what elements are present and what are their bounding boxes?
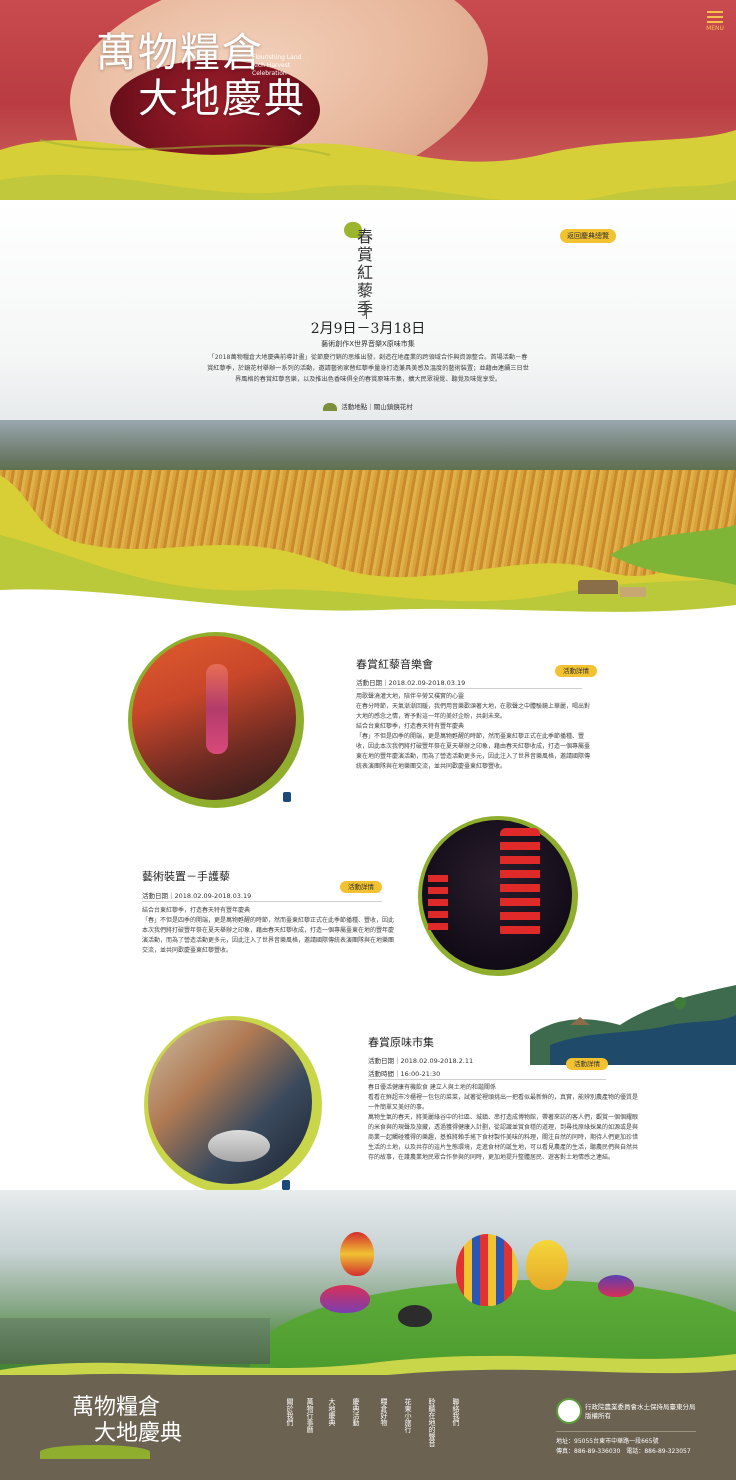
footer-address: 地址：95055台東市中華路一段665號 xyxy=(556,1438,659,1445)
hot-air-balloon-4 xyxy=(320,1285,370,1313)
hot-air-balloon-6 xyxy=(398,1305,432,1327)
footer-logo-hills xyxy=(40,1445,150,1459)
event2-detail-button[interactable]: 活動詳情 xyxy=(340,881,382,893)
hot-air-balloon-3 xyxy=(526,1240,568,1290)
menu-label: MENU xyxy=(706,25,724,32)
event2-title: 藝術裝置－手護藜 xyxy=(142,870,230,883)
logo-subtitle: Flourishing Land Rich Harvest Celebratio… xyxy=(252,54,302,77)
org-copyright: 版權所有 xyxy=(585,1412,611,1420)
event1-divider xyxy=(356,688,582,689)
event1-detail-button[interactable]: 活動詳情 xyxy=(555,665,597,677)
field-wave-decoration xyxy=(0,475,736,620)
location-text: 活動地點｜關山鎮鏡花村 xyxy=(341,403,413,411)
footer-nav-calendar[interactable]: 萬物行事曆 xyxy=(304,1398,314,1433)
event3-title: 春賞原味市集 xyxy=(368,1036,434,1049)
event1-date: 活動日期｜2018.02.09-2018.03.19 xyxy=(356,679,466,687)
footer-phone: 傳真：886-89-336030 電話：886-89-323057 xyxy=(556,1448,691,1455)
event3-body: 春日優活健康有機飲食 建立人與土地的和諧關係 看看在鮮超市冷櫃裡一包包的菜菜，試… xyxy=(368,1084,639,1161)
red-lantern-installation xyxy=(500,828,540,938)
hot-air-balloon-5 xyxy=(598,1275,634,1297)
event2-divider xyxy=(142,901,382,902)
footer-nav-activities[interactable]: 慶典活動 xyxy=(350,1398,360,1426)
hot-air-balloon xyxy=(340,1232,374,1276)
red-lantern-installation-2 xyxy=(428,875,448,935)
footer-nav-about[interactable]: 關於我們 xyxy=(284,1398,294,1426)
org-name: 行政院農業委員會水土保持局臺東分局 xyxy=(585,1403,696,1411)
logo-line1: 萬物糧倉 xyxy=(96,30,264,76)
event-tagline: 藝術創作X世界音樂X原味市集 xyxy=(321,340,415,348)
event2-body: 結合台東紅藜季，打造春天特有豐年慶典 「春」不但是四季的開端，更是萬物甦醒的時節… xyxy=(142,907,395,954)
cooking-pot xyxy=(208,1130,270,1162)
event3-date: 活動日期｜2018.02.09-2018.2.11 xyxy=(368,1057,474,1065)
hills-illustration xyxy=(530,985,736,1065)
footer-nav-contact[interactable]: 聯絡我們 xyxy=(450,1398,460,1426)
footer-logo-line2: 大地慶典 xyxy=(94,1421,183,1446)
performer-figure xyxy=(206,664,228,754)
footer-nav-voices[interactable]: 聆聽在地的聲音 xyxy=(426,1398,436,1447)
footer-nav-festival[interactable]: 大地慶典 xyxy=(326,1398,336,1426)
village-house-illustration-2 xyxy=(620,587,646,597)
title-divider xyxy=(366,305,367,319)
agency-emblem-icon xyxy=(556,1398,582,1424)
hot-air-balloon-2 xyxy=(456,1234,518,1306)
event3-detail-button[interactable]: 活動詳情 xyxy=(566,1058,608,1070)
footer-nav-travel[interactable]: 花東小旅行 xyxy=(402,1398,412,1433)
section-title: 春賞紅藜季 xyxy=(357,227,375,318)
footer-contact: 地址：95055台東市中華路一段665號 傳真：886-89-336030 電話… xyxy=(556,1437,691,1457)
footer-logo-line1: 萬物糧倉 xyxy=(72,1395,161,1420)
event1-title: 春賞紅藜音樂會 xyxy=(356,658,433,671)
footer-logo[interactable]: 萬物糧倉 大地慶典 xyxy=(72,1395,182,1447)
person-illustration xyxy=(283,792,291,802)
location-icon xyxy=(323,403,338,411)
village-house-illustration xyxy=(578,580,618,594)
hamburger-icon xyxy=(707,11,723,13)
footer-nav-products[interactable]: 糧倉好物 xyxy=(378,1398,388,1426)
event3-time: 活動時間｜16:00-21:30 xyxy=(368,1070,441,1078)
event-location: 活動地點｜關山鎮鏡花村 xyxy=(0,401,736,411)
event3-divider xyxy=(368,1079,606,1080)
footer-organization: 行政院農業委員會水土保持局臺東分局 版權所有 xyxy=(585,1403,696,1421)
menu-button[interactable]: MENU xyxy=(702,8,728,32)
back-to-overview-button[interactable]: 返回慶典總覽 xyxy=(560,229,616,243)
footer-divider xyxy=(556,1431,696,1432)
person-illustration-2 xyxy=(282,1180,290,1190)
event-dates: 2月9日－3月18日 xyxy=(310,321,426,337)
event2-date: 活動日期｜2018.02.09-2018.03.19 xyxy=(142,892,252,900)
event1-body: 用歌聲澆灌大地，陪伴辛勞又樸實的心靈 在春分時節，天氣漸漸回暖，我們用音樂歡頌著… xyxy=(356,693,591,770)
intro-text: 「2018萬物糧倉大地慶典前導計畫」從節慶行銷的思維出發，創造在地產業的跨領域合… xyxy=(207,354,529,383)
